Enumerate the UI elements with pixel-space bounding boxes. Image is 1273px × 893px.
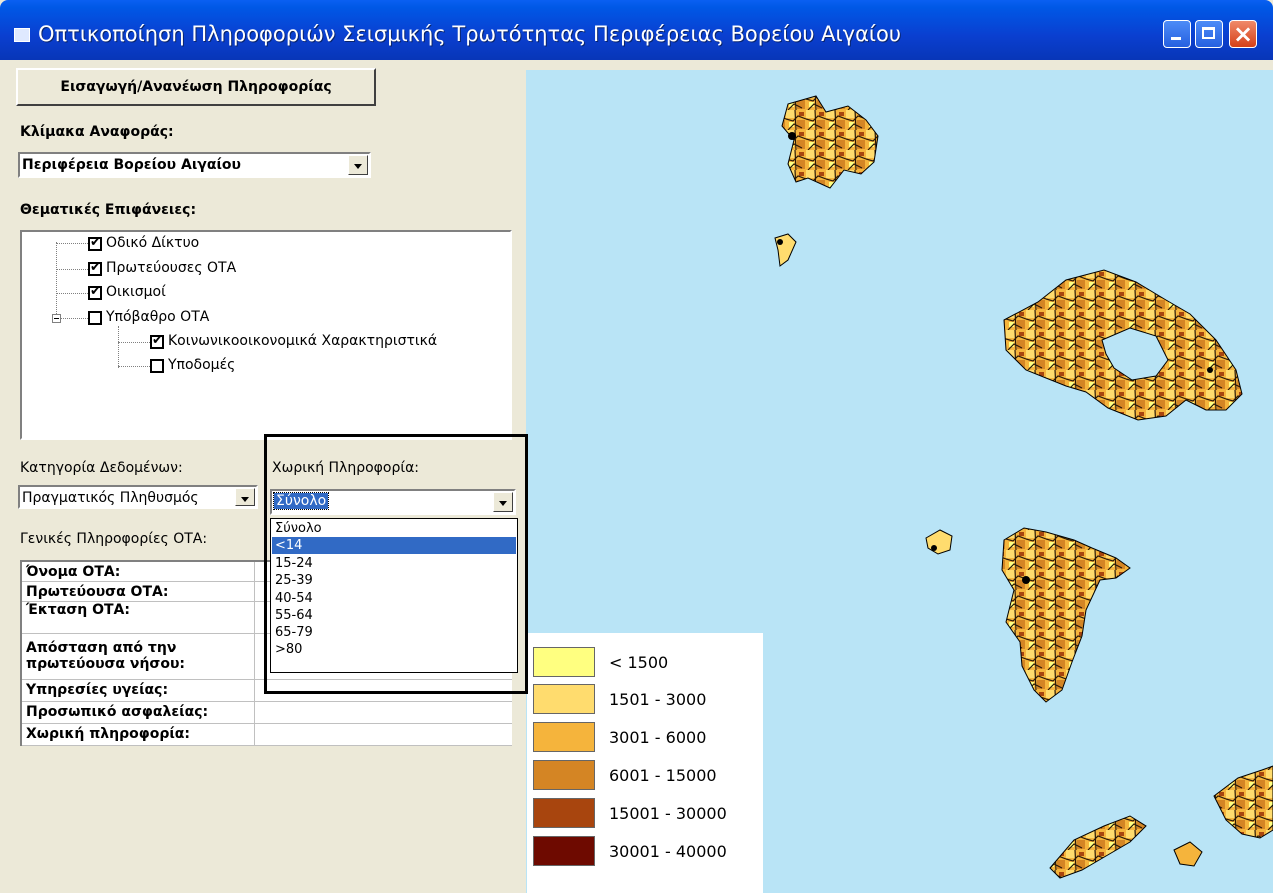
- thematic-layers-tree: Οδικό Δίκτυο Πρωτεύουσες ΟΤΑ Οικισμοί Υπ…: [20, 230, 512, 440]
- title-bar[interactable]: Οπτικοποίηση Πληροφοριών Σεισμικής Τρωτό…: [0, 0, 1273, 60]
- legend-label: 1501 - 3000: [609, 690, 707, 709]
- tree-item-label: Οδικό Δίκτυο: [106, 235, 200, 251]
- island-psara: [925, 529, 953, 555]
- table-row: Προσωπικό ασφαλείας:: [22, 702, 512, 724]
- tree-item-label: Υποδομές: [168, 357, 236, 373]
- chevron-down-icon[interactable]: [235, 488, 255, 506]
- table-row: Χωρική πληροφορία:: [22, 724, 512, 746]
- island-fournoi: [1173, 841, 1203, 867]
- data-category-dropdown[interactable]: Πραγματικός Πληθυσμός: [18, 485, 258, 509]
- island-chios: [1001, 527, 1131, 703]
- legend-item: 30001 - 40000: [533, 836, 763, 866]
- legend-swatch: [533, 722, 595, 752]
- info-value: [254, 724, 512, 745]
- dropdown-option[interactable]: 25-39: [272, 572, 516, 589]
- island-ikaria: [1049, 815, 1147, 879]
- tree-connector: [56, 242, 57, 318]
- dropdown-option[interactable]: 40-54: [272, 590, 516, 607]
- capital-marker: [777, 239, 783, 245]
- scale-label: Κλίμακα Αναφοράς:: [20, 124, 174, 140]
- island-lemnos: [781, 95, 879, 189]
- tree-item-label: Κοινωνικοοικονομικά Χαρακτηριστικά: [168, 333, 438, 349]
- window-title: Οπτικοποίηση Πληροφοριών Σεισμικής Τρωτό…: [38, 22, 902, 46]
- data-category-label: Κατηγορία Δεδομένων:: [20, 460, 183, 476]
- legend-label: 30001 - 40000: [609, 842, 727, 861]
- checkbox-unchecked[interactable]: [150, 359, 164, 373]
- legend-label: < 1500: [609, 653, 669, 672]
- legend-swatch: [533, 836, 595, 866]
- legend-item: 6001 - 15000: [533, 760, 763, 790]
- info-key: Απόσταση από την πρωτεύουσα νήσου:: [26, 640, 185, 672]
- tree-connector: [118, 326, 119, 368]
- tree-connector: [56, 293, 88, 294]
- info-value: [254, 702, 512, 723]
- info-key: Όνομα ΟΤΑ:: [26, 564, 121, 580]
- island-agios-efstratios: [774, 233, 797, 267]
- map-legend: < 1500 1501 - 3000 3001 - 6000 6001 - 15…: [527, 633, 763, 893]
- capital-marker: [931, 545, 937, 551]
- chevron-down-icon[interactable]: [348, 155, 368, 175]
- spatial-info-options-list[interactable]: Σύνολο <14 15-24 25-39 40-54 55-64 65-79…: [270, 518, 518, 673]
- dropdown-option[interactable]: 55-64: [272, 607, 516, 624]
- legend-label: 15001 - 30000: [609, 804, 727, 823]
- general-info-label: Γενικές Πληροφορίες ΟΤΑ:: [20, 531, 208, 547]
- close-button[interactable]: ×: [1229, 20, 1257, 48]
- legend-swatch: [533, 684, 595, 714]
- tree-connector: [118, 366, 150, 367]
- info-key: Υπηρεσίες υγείας:: [26, 682, 169, 698]
- info-key: Πρωτεύουσα ΟΤΑ:: [26, 584, 169, 600]
- maximize-button[interactable]: [1195, 20, 1223, 48]
- dropdown-option-selected[interactable]: <14: [272, 537, 516, 554]
- legend-item: < 1500: [533, 647, 763, 677]
- tree-item-label: Πρωτεύουσες ΟΤΑ: [106, 260, 237, 276]
- info-key: Χωρική πληροφορία:: [26, 726, 191, 742]
- tree-item-label: Οικισμοί: [106, 284, 166, 300]
- checkbox-checked[interactable]: [88, 284, 102, 300]
- legend-item: 3001 - 6000: [533, 722, 763, 752]
- tree-connector: [56, 269, 88, 270]
- legend-swatch: [533, 760, 595, 790]
- legend-swatch: [533, 647, 595, 677]
- app-icon: [14, 28, 30, 42]
- close-icon: ×: [1233, 20, 1254, 48]
- capital-marker: [1207, 367, 1213, 373]
- import-refresh-button[interactable]: Εισαγωγή/Ανανέωση Πληροφορίας: [16, 68, 376, 106]
- checkbox-checked[interactable]: [150, 333, 164, 349]
- collapse-icon[interactable]: [52, 314, 61, 323]
- dropdown-option[interactable]: >80: [272, 641, 516, 658]
- scale-dropdown-value: Περιφέρεια Βορείου Αιγαίου: [22, 157, 241, 173]
- checkbox-checked[interactable]: [88, 235, 102, 251]
- checkbox-unchecked[interactable]: [88, 311, 102, 325]
- capital-marker: [788, 132, 796, 140]
- dropdown-option[interactable]: 65-79: [272, 624, 516, 641]
- legend-item: 15001 - 30000: [533, 798, 763, 828]
- capital-marker: [1022, 576, 1030, 584]
- info-key: Προσωπικό ασφαλείας:: [26, 704, 209, 720]
- legend-item: 1501 - 3000: [533, 684, 763, 714]
- scale-dropdown[interactable]: Περιφέρεια Βορείου Αιγαίου: [18, 152, 371, 178]
- legend-label: 6001 - 15000: [609, 766, 717, 785]
- dropdown-option[interactable]: Σύνολο: [272, 520, 516, 537]
- tree-connector: [118, 342, 150, 343]
- maximize-icon: [1202, 27, 1215, 39]
- legend-swatch: [533, 798, 595, 828]
- checkbox-checked[interactable]: [88, 260, 102, 276]
- info-key: Έκταση ΟΤΑ:: [26, 602, 130, 618]
- data-category-value: Πραγματικός Πληθυσμός: [22, 490, 199, 506]
- minimize-icon: [1171, 37, 1181, 40]
- tree-connector: [56, 243, 88, 244]
- minimize-button[interactable]: [1163, 20, 1191, 48]
- thematic-layers-label: Θεματικές Επιφάνειες:: [20, 202, 197, 218]
- legend-label: 3001 - 6000: [609, 728, 707, 747]
- tree-item-label: Υπόβαθρο ΟΤΑ: [106, 309, 210, 325]
- island-samos: [1213, 765, 1273, 839]
- dropdown-option[interactable]: 15-24: [272, 555, 516, 572]
- tree-connector: [61, 318, 88, 319]
